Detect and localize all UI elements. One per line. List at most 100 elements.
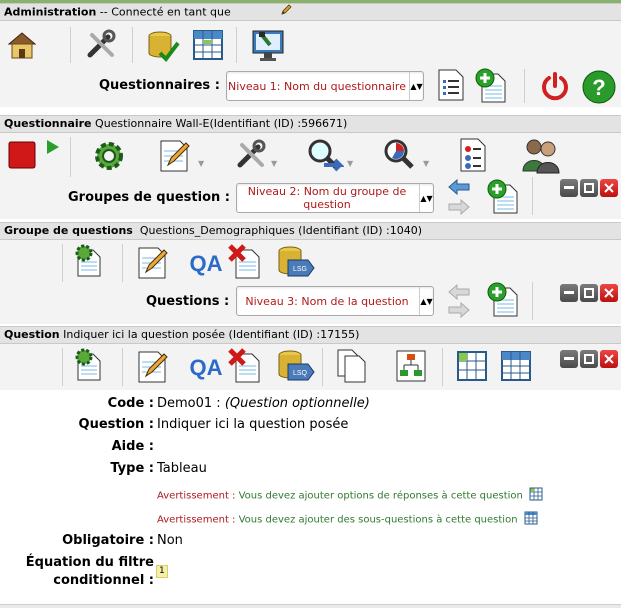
statistics-icon[interactable] — [382, 137, 420, 175]
code-optional-note: (Question optionnelle) — [224, 396, 370, 411]
separator — [532, 282, 533, 320]
question-bar-title: Question — [4, 328, 60, 341]
relevance-value: 1 — [156, 565, 168, 578]
maximize-button[interactable] — [580, 350, 598, 368]
survey-select[interactable]: Niveau 1: Nom du questionnaire ▲▼ — [226, 71, 424, 101]
relevance-label-line2: conditionnel : — [53, 573, 154, 588]
qa-icon[interactable]: QA — [190, 352, 222, 380]
question-value: Indiquer ici la question posée — [157, 417, 349, 432]
search-export-icon[interactable] — [306, 137, 344, 175]
close-button[interactable] — [600, 350, 618, 368]
database-check-icon[interactable] — [146, 29, 180, 63]
answer-options-icon[interactable] — [456, 350, 488, 382]
edit-survey-icon[interactable] — [158, 137, 192, 173]
table-grid-icon[interactable] — [192, 29, 224, 61]
group-bar-title: Groupe de questions — [4, 224, 133, 237]
dropdown-arrow-icon: ▼ — [423, 159, 430, 168]
arrow-right-icon — [448, 199, 470, 215]
mandatory-value: Non — [157, 533, 183, 548]
warning-answer-options: Avertissement : Vous devez ajouter optio… — [157, 487, 543, 504]
users-icon[interactable] — [520, 135, 562, 175]
mandatory-label: Obligatoire : — [62, 533, 154, 548]
separator — [70, 137, 71, 177]
export-lsq-icon[interactable]: LSQ — [276, 348, 316, 384]
separator — [62, 348, 63, 386]
separator — [70, 27, 71, 63]
survey-tools-icon[interactable] — [234, 139, 268, 171]
separator — [122, 244, 123, 282]
warning-text: Vous devez ajouter des sous-questions à … — [238, 514, 518, 526]
question-select[interactable]: Niveau 3: Nom de la question ▲▼ — [236, 286, 434, 316]
survey-list-icon[interactable] — [436, 68, 466, 102]
monitor-brush-icon[interactable] — [250, 27, 286, 63]
close-button[interactable] — [600, 284, 618, 302]
power-icon[interactable] — [540, 72, 570, 102]
chevron-down-icon: ▲▼ — [409, 72, 423, 100]
stop-icon[interactable] — [8, 141, 36, 169]
help-icon[interactable]: ? — [582, 70, 616, 104]
question-bar: Question Indiquer ici la question posée … — [0, 326, 621, 344]
maximize-button[interactable] — [580, 179, 598, 197]
separator — [62, 244, 63, 282]
separator — [236, 27, 237, 63]
pencil-icon — [280, 4, 292, 20]
play-icon[interactable] — [46, 139, 60, 155]
minimize-button[interactable] — [560, 284, 578, 302]
copy-question-icon[interactable] — [336, 348, 368, 384]
chevron-down-icon: ▲▼ — [419, 184, 433, 212]
add-group-icon[interactable] — [486, 179, 522, 215]
admin-bar: Administration -- Connecté en tant que — [0, 3, 621, 21]
warning-text: Vous devez ajouter options de réponses à… — [238, 490, 523, 502]
group-panel: QA LSG Questions : Niveau 3: Nom de la q… — [0, 240, 621, 324]
questionnaires-label: Questionnaires : — [99, 78, 220, 93]
group-bar: Groupe de questions Questions_Demographi… — [0, 222, 621, 240]
edit-question-icon[interactable] — [136, 348, 170, 384]
warning-prefix: Avertissement : — [157, 490, 236, 502]
code-value-text: Demo01 : — [157, 396, 221, 411]
group-bar-info: Questions_Demographiques (Identifiant (I… — [139, 224, 423, 237]
subquestions-icon[interactable] — [500, 350, 532, 382]
answer-options-icon[interactable] — [529, 487, 543, 504]
groups-label: Groupes de question : — [68, 190, 230, 205]
survey-panel: ▼ ▼ ▼ ▼ Groupes de question : Niveau 2: … — [0, 133, 621, 219]
lsq-icon-text: LSQ — [293, 370, 308, 377]
arrow-left-icon[interactable] — [448, 179, 470, 195]
tools-icon[interactable] — [84, 29, 118, 61]
warning-subquestions: Avertissement : Vous devez ajouter des s… — [157, 511, 538, 528]
group-select-value: Niveau 2: Nom du groupe de question — [247, 185, 407, 211]
dropdown-arrow-icon: ▼ — [347, 159, 354, 168]
add-question-icon[interactable] — [486, 282, 522, 318]
arrow-right-icon — [448, 302, 470, 318]
add-survey-icon[interactable] — [474, 68, 510, 104]
code-label: Code : — [107, 396, 154, 411]
code-value: Demo01 : (Question optionnelle) — [157, 396, 370, 411]
qa-icon-text: QA — [190, 355, 222, 380]
separator — [532, 177, 533, 215]
question-settings-icon[interactable] — [74, 348, 104, 382]
survey-structure-icon[interactable] — [458, 137, 488, 173]
minimize-button[interactable] — [560, 179, 578, 197]
questions-label: Questions : — [146, 294, 230, 309]
svg-text:LSG: LSG — [293, 266, 307, 273]
separator — [322, 348, 323, 386]
subquestions-icon[interactable] — [524, 511, 538, 528]
delete-question-icon[interactable] — [228, 348, 264, 384]
svg-text:?: ? — [592, 75, 605, 100]
qa-icon[interactable]: QA — [190, 248, 222, 276]
separator — [132, 27, 133, 63]
type-value: Tableau — [157, 461, 207, 476]
delete-group-icon[interactable] — [228, 244, 264, 280]
export-lsg-icon[interactable]: LSG — [276, 244, 316, 280]
minimize-button[interactable] — [560, 350, 578, 368]
separator — [524, 69, 525, 103]
question-bar-info: Indiquer ici la question posée (Identifi… — [63, 328, 360, 341]
gear-icon[interactable] — [92, 139, 126, 173]
edit-group-icon[interactable] — [136, 244, 170, 280]
survey-bar-info: Questionnaire Wall-E(Identifiant (ID) :5… — [95, 117, 348, 130]
close-button[interactable] — [600, 179, 618, 197]
group-select[interactable]: Niveau 2: Nom du groupe de question ▲▼ — [236, 183, 434, 213]
group-settings-icon[interactable] — [74, 244, 104, 278]
maximize-button[interactable] — [580, 284, 598, 302]
home-icon[interactable] — [6, 29, 38, 61]
conditions-icon[interactable] — [396, 350, 426, 382]
